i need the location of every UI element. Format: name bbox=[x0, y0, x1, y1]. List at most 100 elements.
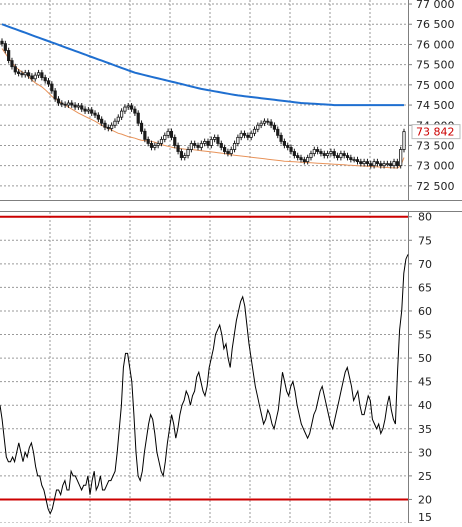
candle-body bbox=[70, 102, 74, 106]
oscillator-tick-label: 55 bbox=[418, 329, 432, 342]
price-panel: 72 50073 00073 50074 00074 50075 00075 5… bbox=[0, 0, 462, 201]
candle-body bbox=[342, 153, 346, 156]
candle-body bbox=[143, 130, 147, 140]
candle-body bbox=[395, 161, 399, 167]
candle-body bbox=[276, 128, 280, 136]
candle-body bbox=[166, 130, 170, 136]
candle-body bbox=[375, 161, 380, 165]
candle-body bbox=[146, 138, 150, 144]
candle-body bbox=[156, 143, 160, 146]
candle-body bbox=[129, 105, 134, 110]
candle-body bbox=[219, 143, 223, 148]
candle-body bbox=[0, 40, 4, 45]
ma-short-layer bbox=[1, 48, 405, 169]
oscillator-tick-label: 65 bbox=[418, 281, 432, 294]
candle-body bbox=[126, 105, 130, 108]
candle-body bbox=[66, 102, 71, 106]
chart-window: 72 50073 00073 50074 00074 50075 00075 5… bbox=[0, 0, 462, 524]
candle-body bbox=[329, 151, 333, 154]
candle-body bbox=[226, 151, 230, 154]
candle-body bbox=[362, 161, 366, 165]
candle-body bbox=[23, 72, 27, 76]
candle-body bbox=[389, 163, 393, 167]
candle-body bbox=[60, 102, 64, 105]
price-tick-label: 73 000 bbox=[416, 160, 455, 173]
candle-body bbox=[7, 50, 11, 62]
candle-body bbox=[153, 145, 157, 148]
candle-body bbox=[93, 112, 97, 116]
candle-body bbox=[120, 110, 124, 118]
candle-body bbox=[189, 143, 193, 150]
ma-long-line bbox=[1, 23, 404, 107]
price-axis: 72 50073 00073 50074 00074 50075 00075 5… bbox=[408, 0, 461, 193]
candle-body bbox=[203, 141, 207, 144]
candle-body bbox=[63, 103, 67, 106]
candle-body bbox=[123, 106, 127, 112]
oscillator-panel: 15 20 25 30 35 40 45 50 55 60 65 70 75 80 bbox=[0, 211, 462, 524]
candle-body bbox=[232, 143, 237, 150]
candle-body bbox=[169, 130, 174, 138]
oscillator-tick-label: 60 bbox=[418, 305, 432, 318]
oscillator-line-layer bbox=[0, 254, 409, 515]
oscillator-line bbox=[0, 254, 409, 515]
candle-body bbox=[193, 143, 197, 146]
candle-body bbox=[242, 132, 247, 136]
candle-body bbox=[392, 161, 396, 167]
candles-layer bbox=[0, 38, 406, 169]
candle-body bbox=[379, 163, 383, 167]
candle-body bbox=[339, 153, 343, 158]
candle-body bbox=[17, 71, 21, 74]
candle-body bbox=[33, 74, 37, 80]
price-grid bbox=[0, 0, 462, 201]
candle-body bbox=[345, 155, 350, 158]
candle-body bbox=[259, 122, 263, 126]
candle-body bbox=[369, 163, 373, 167]
candle-body bbox=[249, 132, 253, 138]
candle-body bbox=[319, 151, 323, 154]
candle-body bbox=[100, 118, 104, 124]
oscillator-tick-label: 80 bbox=[418, 211, 432, 224]
candle-body bbox=[216, 136, 220, 144]
candle-body bbox=[206, 141, 210, 146]
candle-body bbox=[325, 153, 330, 156]
price-tick-label: 77 000 bbox=[416, 0, 455, 11]
candle-body bbox=[355, 159, 360, 163]
candle-body bbox=[103, 122, 107, 128]
candle-body bbox=[335, 155, 340, 158]
candle-body bbox=[229, 149, 233, 154]
candle-body bbox=[402, 131, 406, 150]
candle-body bbox=[3, 43, 7, 51]
oscillator-tick-label: 70 bbox=[418, 258, 432, 271]
candle-body bbox=[90, 109, 94, 114]
candle-body bbox=[236, 136, 240, 144]
candle-body bbox=[262, 120, 267, 124]
oscillator-tick-label: 50 bbox=[418, 352, 432, 365]
oscillator-tick-label: 25 bbox=[418, 470, 432, 483]
candle-body bbox=[83, 108, 87, 112]
candle-body bbox=[269, 121, 273, 126]
candle-body bbox=[173, 136, 177, 146]
candle-body bbox=[372, 161, 376, 167]
candle-body bbox=[179, 151, 184, 158]
candle-body bbox=[246, 134, 250, 138]
oscillator-tick-label: 45 bbox=[418, 376, 432, 389]
candle-body bbox=[309, 153, 313, 158]
candle-body bbox=[312, 149, 316, 154]
candle-body bbox=[86, 109, 90, 112]
oscillator-grid bbox=[0, 211, 462, 524]
last-price-label: 73 842 bbox=[416, 126, 455, 139]
candle-body bbox=[316, 149, 320, 152]
candle-body bbox=[352, 159, 356, 161]
candle-body bbox=[73, 104, 77, 108]
candle-body bbox=[222, 147, 227, 152]
candle-body bbox=[306, 157, 310, 163]
ma-long-layer bbox=[1, 23, 404, 107]
candle-body bbox=[30, 75, 34, 80]
candle-body bbox=[266, 120, 270, 123]
oscillator-tick-label: 15 bbox=[418, 511, 432, 523]
oscillator-tick-label: 75 bbox=[418, 234, 432, 247]
candle-body bbox=[56, 98, 61, 104]
candle-body bbox=[139, 122, 144, 132]
candle-body bbox=[296, 155, 300, 158]
candle-body bbox=[10, 60, 14, 68]
